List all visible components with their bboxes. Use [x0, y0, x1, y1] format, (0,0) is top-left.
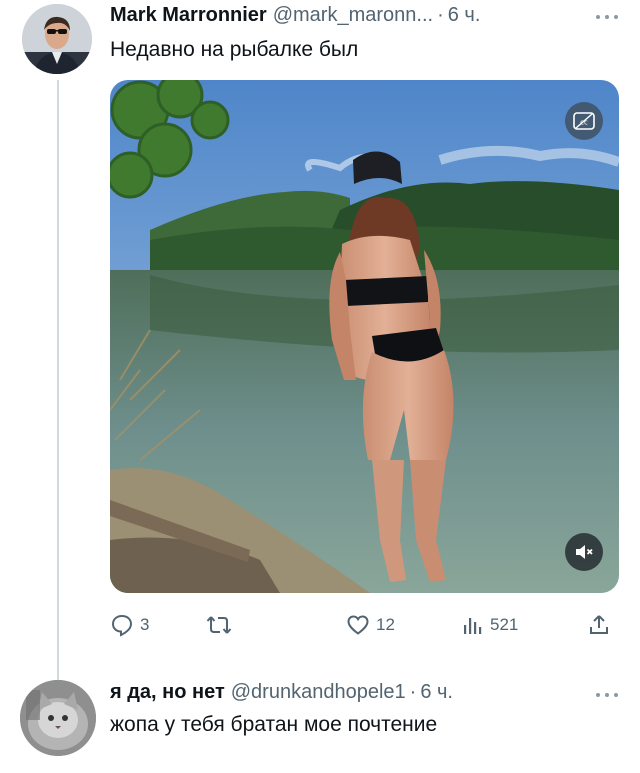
- separator-dot: ·: [409, 681, 417, 703]
- thread-line: [57, 80, 59, 680]
- author-handle[interactable]: @mark_maronn...: [273, 4, 433, 27]
- mute-icon[interactable]: [565, 533, 603, 571]
- author-name[interactable]: Mark Marronnier: [110, 4, 267, 27]
- tweet-media[interactable]: cc: [110, 80, 619, 593]
- tweet-actions: 3 12 521: [110, 610, 620, 640]
- cc-icon[interactable]: cc: [565, 102, 603, 140]
- views-button[interactable]: 521: [462, 610, 518, 640]
- reply-text: жопа у тебя братан мое почтение: [110, 713, 438, 736]
- views-icon: [464, 618, 482, 634]
- reply-count: 3: [140, 615, 150, 634]
- separator-dot: ·: [437, 4, 444, 26]
- retweet-icon: [206, 616, 232, 634]
- avatar[interactable]: [22, 4, 92, 74]
- post-time[interactable]: 6 ч.: [420, 681, 453, 704]
- author-handle[interactable]: @drunkandhopele1: [231, 681, 406, 704]
- author-name[interactable]: я да, но нет: [110, 681, 225, 704]
- reply-icon: [111, 614, 133, 637]
- views-count: 521: [490, 615, 519, 634]
- like-button[interactable]: 12: [346, 610, 395, 640]
- reply-header: я да, но нет @drunkandhopele1 · 6 ч.: [110, 681, 453, 707]
- like-icon: [347, 615, 369, 635]
- share-icon: [590, 615, 608, 634]
- more-icon[interactable]: [596, 12, 618, 22]
- post-time[interactable]: 6 ч.: [448, 4, 481, 27]
- retweet-button[interactable]: [206, 610, 232, 640]
- media-image: [110, 80, 619, 593]
- avatar[interactable]: [20, 680, 96, 756]
- reply-button[interactable]: 3: [110, 610, 149, 640]
- tweet-header: Mark Marronnier @mark_maronn... · 6 ч.: [110, 4, 480, 30]
- more-icon[interactable]: [596, 690, 618, 700]
- tweet-text: Недавно на рыбалке был: [110, 38, 359, 61]
- share-button[interactable]: [588, 610, 610, 640]
- like-count: 12: [376, 615, 395, 634]
